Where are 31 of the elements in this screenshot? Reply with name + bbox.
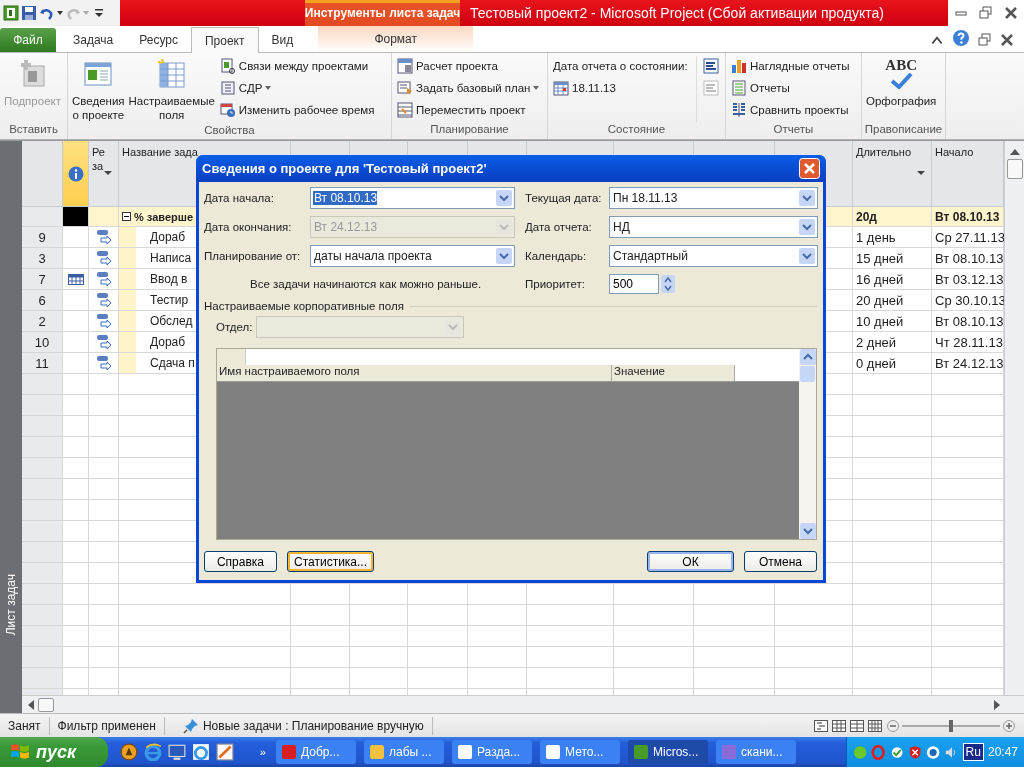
contextual-group-title: Инструменты листа задач (305, 0, 460, 26)
group-title: Отчеты (772, 123, 815, 137)
table-cell: 1 день (853, 227, 932, 248)
filter-status: Фильтр применен (49, 716, 165, 735)
field-label: Отдел: (216, 321, 253, 333)
task-name: % заверше (134, 210, 194, 223)
table-cell: 0 дней (853, 353, 932, 374)
view-label: Лист задач (4, 573, 18, 635)
field-label: Календарь: (525, 250, 588, 262)
column-header: Имя настраиваемого поля (217, 365, 612, 381)
clock: 20:47 (987, 745, 1018, 759)
field-label: Текущая дата: (525, 192, 603, 204)
status-date-label: Дата отчета о состоянии: (552, 58, 689, 74)
field-label: Дата отчета: (525, 221, 593, 233)
table-cell: 20 дней (853, 290, 932, 311)
field-label: Дата начала: (204, 192, 275, 204)
table-cell: 15 дней (853, 248, 932, 269)
table-cell: 16 дней (853, 269, 932, 290)
field-label: Приоритет: (525, 278, 586, 290)
group-title: Состояние (606, 123, 667, 137)
table-cell: 10 дней (853, 311, 932, 332)
group-title: Вставить (8, 123, 59, 137)
table-cell: 20д (853, 207, 932, 227)
column-header: Значение (612, 365, 735, 381)
group-title: Правописание (863, 123, 944, 137)
group-title: Планирование (429, 123, 510, 137)
dialog-title: Сведения о проекте для 'Тестовый проект2' (202, 161, 487, 176)
group-title: Свойства (203, 124, 256, 138)
window-title: Тестовый проект2 - Microsoft Project (Сбой активации продукта) (470, 5, 884, 21)
table-cell: 2 дней (853, 332, 932, 353)
status-text: Занят (0, 716, 50, 735)
